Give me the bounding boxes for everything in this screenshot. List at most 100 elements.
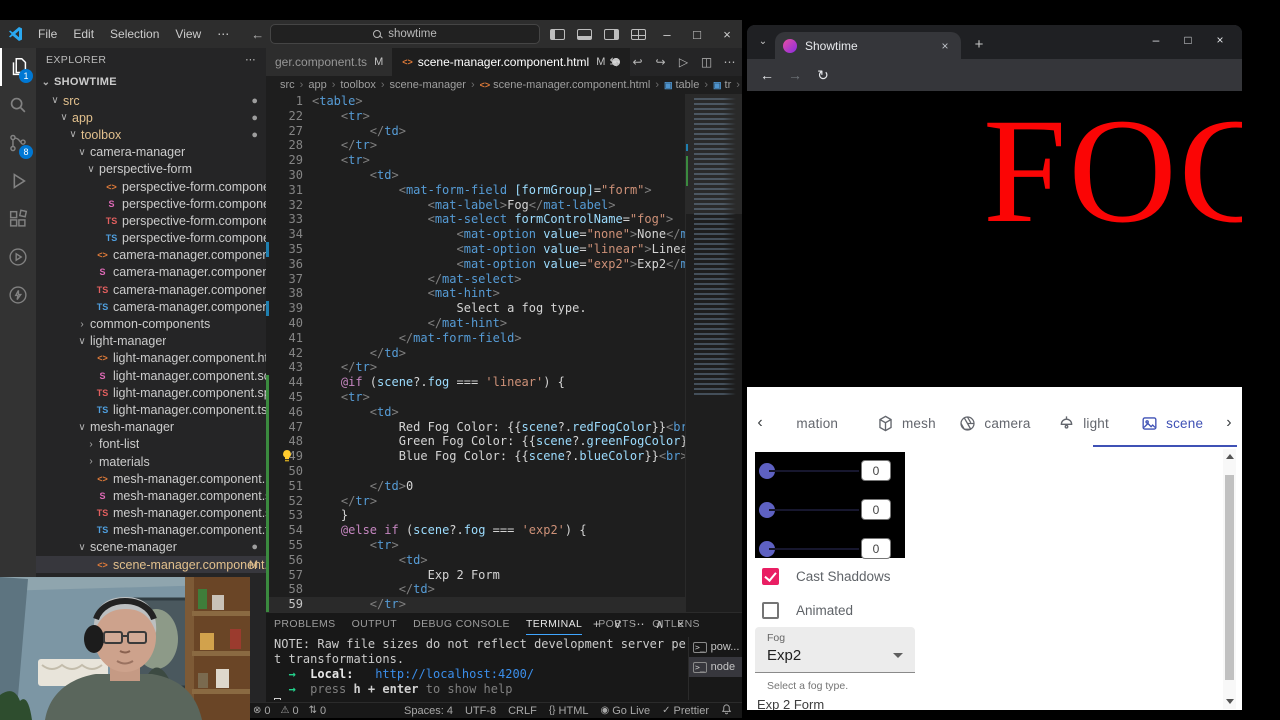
prevchange-icon[interactable]: ↩: [627, 55, 648, 69]
tab-paginator-left-icon[interactable]: ‹: [747, 414, 773, 432]
status-bell[interactable]: [721, 703, 732, 718]
checkbox-cast-shaddows[interactable]: Cast Shaddows: [762, 568, 891, 585]
close-button[interactable]: ×: [1204, 27, 1236, 53]
menu-file[interactable]: File: [30, 27, 65, 41]
toggle-secondary-sidebar-icon[interactable]: [604, 28, 619, 40]
fog-slider[interactable]: 0: [755, 499, 905, 521]
scroll-up-icon[interactable]: [1226, 454, 1234, 459]
tree-item[interactable]: TS camera-manager.component.spec.ts: [36, 281, 266, 298]
breadcrumb-item[interactable]: › app: [295, 79, 327, 91]
status-0[interactable]: ⊗ 0: [253, 705, 271, 717]
breadcrumb-item[interactable]: › toolbox: [327, 79, 376, 91]
status-0[interactable]: ⚠ 0: [281, 705, 299, 717]
menu-selection[interactable]: Selection: [102, 27, 167, 41]
compare-icon[interactable]: ⇆: [604, 55, 625, 69]
status-html[interactable]: {} HTML: [549, 705, 589, 717]
status-utf-8[interactable]: UTF-8: [465, 705, 496, 717]
tab-mesh[interactable]: mesh: [862, 399, 951, 447]
page-scrollbar[interactable]: [1223, 449, 1236, 709]
project-root[interactable]: ⌄ SHOWTIME: [36, 72, 266, 92]
activity-search-icon[interactable]: [0, 86, 36, 124]
back-icon[interactable]: ←: [757, 65, 777, 85]
maximize-button[interactable]: □: [1172, 27, 1204, 53]
close-icon[interactable]: ×: [671, 617, 690, 631]
panel-tab-terminal[interactable]: TERMINAL: [525, 613, 583, 635]
checkbox-animated[interactable]: Animated: [762, 602, 853, 619]
tree-item[interactable]: TS perspective-form.component.spec.ts: [36, 212, 266, 229]
tree-item[interactable]: › materials: [36, 453, 266, 470]
tab-search-chevron-icon[interactable]: ⌄: [755, 34, 771, 50]
tree-item[interactable]: TS mesh-manager.component.ts: [36, 522, 266, 539]
editor-tab[interactable]: ger.component.ts M: [266, 48, 394, 76]
run-icon[interactable]: ▷: [673, 55, 694, 69]
split-icon[interactable]: ◫: [696, 55, 717, 69]
fog-select-field[interactable]: Fog Exp2: [755, 627, 915, 673]
command-center-search[interactable]: showtime: [270, 24, 540, 44]
tab-paginator-right-icon[interactable]: ›: [1216, 414, 1242, 432]
breadcrumb-item[interactable]: ›▣td: [731, 79, 742, 91]
code-editor[interactable]: 1 <table> 22 <tr> 27 </td> 28 </tr> 29 <tr> 30…: [266, 94, 685, 612]
breadcrumb-item[interactable]: › ▣ tr: [699, 79, 731, 91]
toggle-sidebar-icon[interactable]: [550, 28, 565, 40]
tree-item[interactable]: TS mesh-manager.component.spec.ts: [36, 505, 266, 522]
tree-item[interactable]: <> mesh-manager.component.html: [36, 470, 266, 487]
tree-item[interactable]: ∨ src ●: [36, 92, 266, 109]
slider-value-input[interactable]: 0: [861, 538, 891, 559]
maximize-button[interactable]: □: [682, 27, 712, 42]
panel-tab-debug-console[interactable]: DEBUG CONSOLE: [413, 613, 510, 635]
slider-value-input[interactable]: 0: [861, 460, 891, 481]
tab-camera[interactable]: camera: [950, 399, 1039, 447]
activity-circle-play-icon[interactable]: [0, 238, 36, 276]
status-spaces-4[interactable]: Spaces: 4: [404, 705, 453, 717]
checkbox-checked-icon[interactable]: [762, 568, 779, 585]
customize-layout-icon[interactable]: [631, 28, 646, 40]
status-0[interactable]: ⇅ 0: [309, 705, 327, 717]
tree-item[interactable]: ∨ mesh-manager: [36, 419, 266, 436]
tree-item[interactable]: ∨ toolbox ●: [36, 126, 266, 143]
editor-tab[interactable]: <> scene-manager.component.html M: [393, 48, 631, 76]
panel-tab-output[interactable]: OUTPUT: [352, 613, 398, 635]
fog-slider[interactable]: 0: [755, 538, 905, 560]
status-prettier[interactable]: ✓ Prettier: [662, 705, 709, 717]
kebab-icon[interactable]: ⋯: [629, 617, 648, 631]
panel-tab-problems[interactable]: PROBLEMS: [274, 613, 336, 635]
terminal-instance-node[interactable]: >_ node: [689, 657, 742, 677]
tree-item[interactable]: TS perspective-form.component.ts: [36, 230, 266, 247]
tree-item[interactable]: Sperspective-form.component.scss: [36, 195, 266, 212]
status-crlf[interactable]: CRLF: [508, 705, 537, 717]
nextchange-icon[interactable]: ↪: [650, 55, 671, 69]
toggle-panel-icon[interactable]: [577, 28, 592, 40]
tree-item[interactable]: <> scene-manager.component.htmlM: [36, 556, 266, 574]
threejs-canvas[interactable]: FOG: [747, 91, 1242, 387]
scrollbar-thumb[interactable]: [1225, 475, 1234, 680]
tree-item[interactable]: TS light-manager.component.spec.ts: [36, 384, 266, 401]
chevron-down-icon[interactable]: ∨: [608, 617, 627, 631]
status-go-live[interactable]: ◉ Go Live: [600, 705, 650, 717]
refresh-icon[interactable]: ↻: [813, 65, 833, 85]
breadcrumb-item[interactable]: › ▣ table: [650, 79, 699, 91]
menu-more[interactable]: ⋯: [209, 24, 237, 44]
tree-item[interactable]: ∨ light-manager: [36, 333, 266, 350]
tab-close-icon[interactable]: ×: [937, 39, 953, 53]
activity-circle-bolt-icon[interactable]: [0, 276, 36, 314]
activity-run-debug-icon[interactable]: [0, 162, 36, 200]
tree-item[interactable]: <> camera-manager.component.html: [36, 247, 266, 264]
checkbox-unchecked-icon[interactable]: [762, 602, 779, 619]
breadcrumb-item[interactable]: › scene-manager: [376, 79, 466, 91]
terminal-output[interactable]: NOTE: Raw file sizes do not reflect deve…: [274, 637, 686, 700]
minimize-button[interactable]: –: [652, 27, 682, 42]
tree-item[interactable]: <> perspective-form.component.html: [36, 178, 266, 195]
activity-files-icon[interactable]: 1: [0, 48, 36, 86]
close-button[interactable]: ×: [712, 27, 742, 42]
chevron-up-icon[interactable]: ∧: [650, 617, 669, 631]
activity-extensions-icon[interactable]: [0, 200, 36, 238]
tree-item[interactable]: › common-components: [36, 315, 266, 332]
terminal-instance-pow[interactable]: >_ pow...: [689, 637, 742, 657]
tree-item[interactable]: › font-list: [36, 436, 266, 453]
minimap[interactable]: [685, 94, 742, 612]
breadcrumb-item[interactable]: › <> scene-manager.component.html: [466, 79, 650, 91]
tree-item[interactable]: Smesh-manager.component.scss: [36, 487, 266, 504]
minimize-button[interactable]: –: [1140, 27, 1172, 53]
breadcrumb-item[interactable]: src: [280, 79, 295, 91]
tree-item[interactable]: <> light-manager.component.html: [36, 350, 266, 367]
